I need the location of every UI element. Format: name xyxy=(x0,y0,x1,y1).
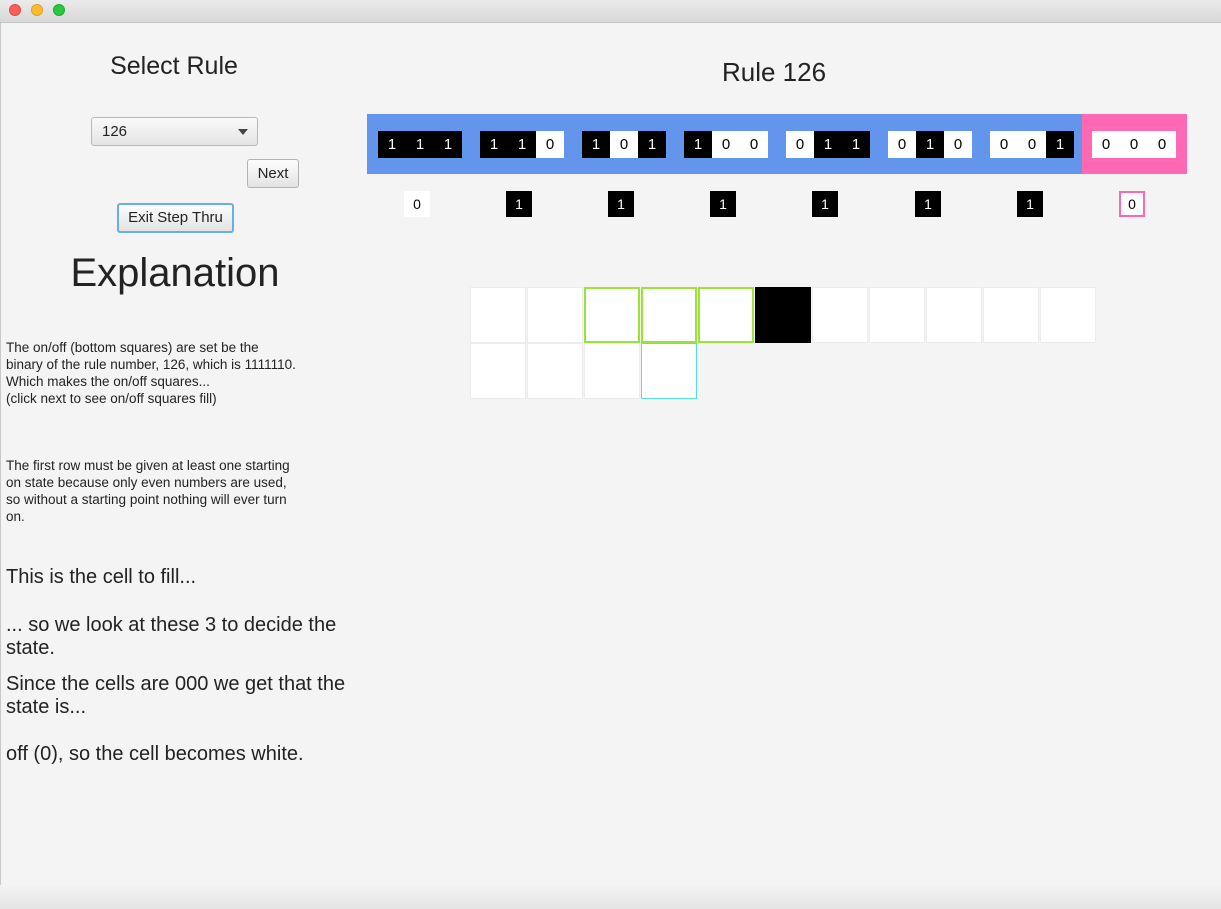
window-edge xyxy=(0,23,1,909)
pattern-bit: 0 xyxy=(888,131,916,158)
close-window-icon[interactable] xyxy=(9,4,21,16)
pattern-bit: 1 xyxy=(434,131,462,158)
pattern-bit: 1 xyxy=(378,131,406,158)
outcome-square[interactable]: 0 xyxy=(404,191,430,217)
pattern-bit: 1 xyxy=(1046,131,1074,158)
grid-cell[interactable] xyxy=(527,343,583,399)
grid-cell[interactable] xyxy=(1040,287,1096,343)
grid-cell[interactable] xyxy=(641,287,697,343)
grid-cell[interactable] xyxy=(812,287,868,343)
outcome-square[interactable]: 0 xyxy=(1119,191,1145,217)
select-rule-heading: Select Rule xyxy=(110,52,238,80)
grid-cell[interactable] xyxy=(869,287,925,343)
chevron-down-icon xyxy=(238,129,248,135)
pattern-bit: 1 xyxy=(916,131,944,158)
grid-cell[interactable] xyxy=(470,343,526,399)
pattern-bit: 0 xyxy=(1148,131,1176,158)
explanation-heading: Explanation xyxy=(70,251,280,295)
pattern-bit: 0 xyxy=(1018,131,1046,158)
pattern-bit: 0 xyxy=(1120,131,1148,158)
outcome-square[interactable]: 1 xyxy=(915,191,941,217)
pattern-bit: 1 xyxy=(684,131,712,158)
grid-cell[interactable] xyxy=(527,287,583,343)
step-text-result: off (0), so the cell becomes white. xyxy=(6,743,304,765)
step-text-neighbors: ... so we look at these 3 to decide the … xyxy=(6,614,337,659)
pattern-bit: 0 xyxy=(712,131,740,158)
grid-cell[interactable] xyxy=(983,287,1039,343)
outcome-square[interactable]: 1 xyxy=(1017,191,1043,217)
pattern-bit: 0 xyxy=(786,131,814,158)
grid-cell[interactable] xyxy=(470,287,526,343)
rule-dropdown-value: 126 xyxy=(102,123,128,140)
pattern-bit: 1 xyxy=(406,131,434,158)
explanation-para-start: The first row must be given at least one… xyxy=(6,458,290,524)
pattern-bit: 0 xyxy=(740,131,768,158)
current-cell[interactable] xyxy=(641,343,697,399)
outcome-square[interactable]: 1 xyxy=(608,191,634,217)
pattern-bit: 1 xyxy=(842,131,870,158)
pattern-bit: 0 xyxy=(610,131,638,158)
pattern-bit: 0 xyxy=(536,131,564,158)
outcome-square[interactable]: 1 xyxy=(506,191,532,217)
grid-cell[interactable] xyxy=(584,287,640,343)
pattern-bit: 1 xyxy=(480,131,508,158)
window-bottom xyxy=(0,885,1221,909)
pattern-bit: 1 xyxy=(508,131,536,158)
grid-cell[interactable] xyxy=(926,287,982,343)
rule-title: Rule 126 xyxy=(721,57,827,87)
title-bar xyxy=(0,0,1221,23)
maximize-window-icon[interactable] xyxy=(53,4,65,16)
outcome-square[interactable]: 1 xyxy=(710,191,736,217)
step-text-cell: This is the cell to fill... xyxy=(6,566,197,588)
rule-dropdown[interactable]: 126 xyxy=(91,117,258,146)
grid-cell[interactable] xyxy=(584,343,640,399)
pattern-bit: 1 xyxy=(582,131,610,158)
outcome-square[interactable]: 1 xyxy=(812,191,838,217)
step-text-state: Since the cells are 000 we get that the … xyxy=(6,673,346,718)
grid-cell[interactable] xyxy=(698,287,754,343)
pattern-bit: 0 xyxy=(990,131,1018,158)
pattern-bit: 1 xyxy=(814,131,842,158)
minimize-window-icon[interactable] xyxy=(31,4,43,16)
grid-cell[interactable] xyxy=(755,287,811,343)
pattern-bit: 0 xyxy=(944,131,972,158)
explanation-para-binary: The on/off (bottom squares) are set be t… xyxy=(6,340,296,406)
pattern-bit: 0 xyxy=(1092,131,1120,158)
next-button[interactable]: Next xyxy=(247,159,299,188)
exit-step-thru-button[interactable]: Exit Step Thru xyxy=(117,203,234,233)
pattern-bit: 1 xyxy=(638,131,666,158)
